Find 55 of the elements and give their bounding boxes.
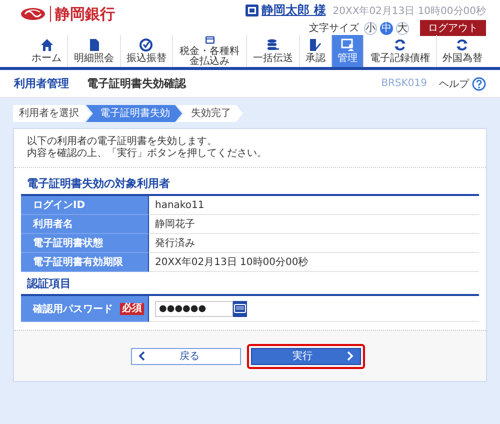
back-button[interactable]: 戻る (131, 348, 241, 364)
section-title: 電子証明書失効の対象利用者 (26, 176, 171, 192)
row-value: 20XX年02月13日 10時00分00秒 (149, 253, 479, 272)
field-label: 確認用パスワード (33, 302, 113, 316)
row-label: ログインID (21, 196, 149, 215)
progress-step: 失効完了 (177, 105, 243, 122)
nav-tab[interactable]: 税金・各種料金払込み (172, 35, 246, 67)
row-label: 利用者名 (21, 215, 149, 234)
progress-step: 利用者を選択 (13, 105, 91, 122)
logout-button[interactable]: ログアウト (420, 20, 486, 36)
row-value: 発行済み (149, 234, 479, 253)
keyboard-button[interactable] (233, 300, 247, 316)
category-title: 利用者管理 (14, 76, 69, 91)
execute-button[interactable]: 実行 (251, 348, 361, 364)
bank-logo-icon (20, 6, 46, 22)
keyboard-icon (234, 304, 246, 313)
help-icon (472, 76, 486, 90)
user-name[interactable]: 静岡太郎 様 (262, 2, 326, 19)
row-label: 電子証明書状態 (21, 234, 149, 253)
page-title: 電子証明書失効確認 (87, 76, 188, 91)
nav-tab[interactable]: 管理 (330, 35, 364, 67)
instruction-text: 内容を確認の上、「実行」ボタンを押してください。 (27, 148, 268, 160)
user-card-icon (244, 4, 259, 17)
row-label: 電子証明書有効期限 (21, 253, 149, 272)
font-size-button[interactable]: 中 (380, 22, 393, 34)
password-field[interactable]: ●●●●●● (155, 300, 233, 316)
nav-tab[interactable]: 一括伝送 (246, 35, 299, 67)
chevron-right-icon (347, 351, 354, 361)
row-value: 静岡花子 (149, 215, 479, 234)
card-icon (202, 35, 217, 45)
nav-tab[interactable]: 振込振替 (120, 35, 172, 67)
required-badge: 必須 (120, 302, 144, 314)
font-size-button[interactable]: 大 (396, 22, 409, 34)
section-title: 認証項目 (26, 276, 72, 292)
chevron-left-icon (138, 351, 145, 361)
bank-name: 静岡銀行 (50, 6, 115, 22)
circle-check-icon (139, 38, 154, 52)
nav-tab[interactable]: 明細照会 (67, 35, 120, 67)
home-icon (40, 38, 54, 52)
screen-id: BRSK019 (381, 78, 427, 89)
document-pen-icon (308, 38, 322, 52)
instruction-text: 以下の利用者の電子証明書を失効します。 (27, 136, 218, 148)
database-icon (266, 38, 280, 52)
cycle-arrows-icon (392, 38, 407, 52)
nav-tab[interactable]: ホーム (26, 35, 68, 67)
login-datetime: 20XX年02月13日 10時00分00秒 (332, 4, 486, 18)
font-size-label: 文字サイズ (309, 22, 359, 35)
cycle-arrows-icon (455, 38, 470, 52)
row-value: hanako11 (149, 196, 479, 215)
nav-tab[interactable]: 外国為替 (436, 35, 488, 67)
nav-tab[interactable]: 電子記録債権 (363, 35, 436, 67)
font-size-button[interactable]: 小 (364, 22, 377, 34)
monitor-person-icon (340, 38, 355, 52)
help-link[interactable]: ヘルプ (439, 76, 486, 90)
progress-step: 電子証明書失効 (86, 105, 182, 122)
